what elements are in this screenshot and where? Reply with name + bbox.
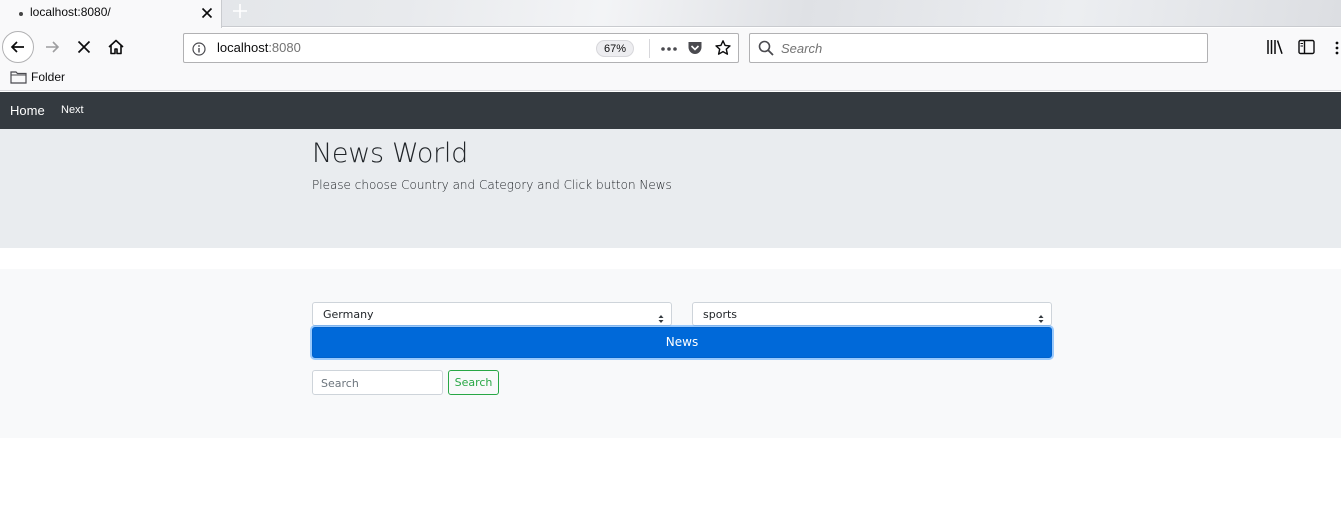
new-tab-icon[interactable]	[230, 2, 250, 22]
browser-toolbar: localhost:8080 67% Search	[0, 28, 1341, 66]
browser-tab[interactable]: localhost:8080/	[0, 0, 222, 28]
divider	[649, 39, 650, 58]
bookmark-folder-label: Folder	[31, 70, 66, 84]
home-button[interactable]	[100, 31, 132, 63]
nav-link-next[interactable]: Next	[61, 104, 84, 116]
menu-icon[interactable]	[1335, 40, 1339, 59]
bookmarks-bar: Folder	[0, 66, 1341, 91]
search-icon	[758, 40, 774, 60]
url-port: :8080	[268, 40, 301, 55]
stop-button[interactable]	[68, 31, 100, 63]
zoom-badge[interactable]: 67%	[596, 40, 635, 57]
close-icon[interactable]	[199, 5, 215, 21]
search-placeholder: Search	[781, 41, 823, 56]
back-button[interactable]	[2, 31, 34, 63]
category-select[interactable]: sports	[692, 302, 1052, 326]
category-select-value: sports	[703, 308, 738, 321]
bookmark-star-icon[interactable]	[714, 39, 732, 61]
select-caret-icon	[658, 309, 664, 328]
folder-icon	[10, 71, 27, 84]
pocket-icon[interactable]	[687, 40, 703, 60]
country-select[interactable]: Germany	[312, 302, 672, 326]
search-input[interactable]: Search	[312, 370, 443, 395]
tab-title: localhost:8080/	[30, 5, 111, 19]
select-caret-icon	[1038, 309, 1044, 328]
url-host: localhost	[217, 40, 269, 55]
news-button[interactable]: News	[312, 327, 1052, 358]
page-title: News World	[312, 138, 468, 169]
home-icon	[108, 39, 124, 55]
library-icon[interactable]	[1266, 39, 1284, 59]
info-icon[interactable]	[192, 41, 206, 60]
site-navbar: Home Next	[0, 92, 1341, 129]
forward-arrow-icon	[46, 41, 60, 53]
url-text[interactable]: localhost:8080	[217, 40, 301, 55]
back-arrow-icon	[10, 41, 24, 53]
stop-icon	[77, 40, 91, 54]
page-subtitle: Please choose Country and Category and C…	[312, 178, 672, 192]
sidebar-icon[interactable]	[1298, 39, 1315, 59]
jumbotron: News World Please choose Country and Cat…	[0, 129, 1341, 248]
url-bar[interactable]: localhost:8080 67%	[183, 33, 739, 63]
news-form: Germany sports News Search Search	[0, 269, 1341, 438]
bookmark-folder[interactable]: Folder	[10, 70, 65, 84]
forward-button[interactable]	[36, 31, 68, 63]
search-button[interactable]: Search	[448, 370, 499, 395]
browser-search-field[interactable]: Search	[749, 33, 1208, 63]
page-actions-icon[interactable]	[659, 41, 679, 60]
tab-strip: localhost:8080/	[0, 0, 1341, 28]
country-select-value: Germany	[323, 308, 374, 321]
nav-link-home[interactable]: Home	[10, 103, 45, 118]
search-input-placeholder: Search	[321, 377, 359, 390]
loading-dot-icon	[19, 12, 23, 16]
